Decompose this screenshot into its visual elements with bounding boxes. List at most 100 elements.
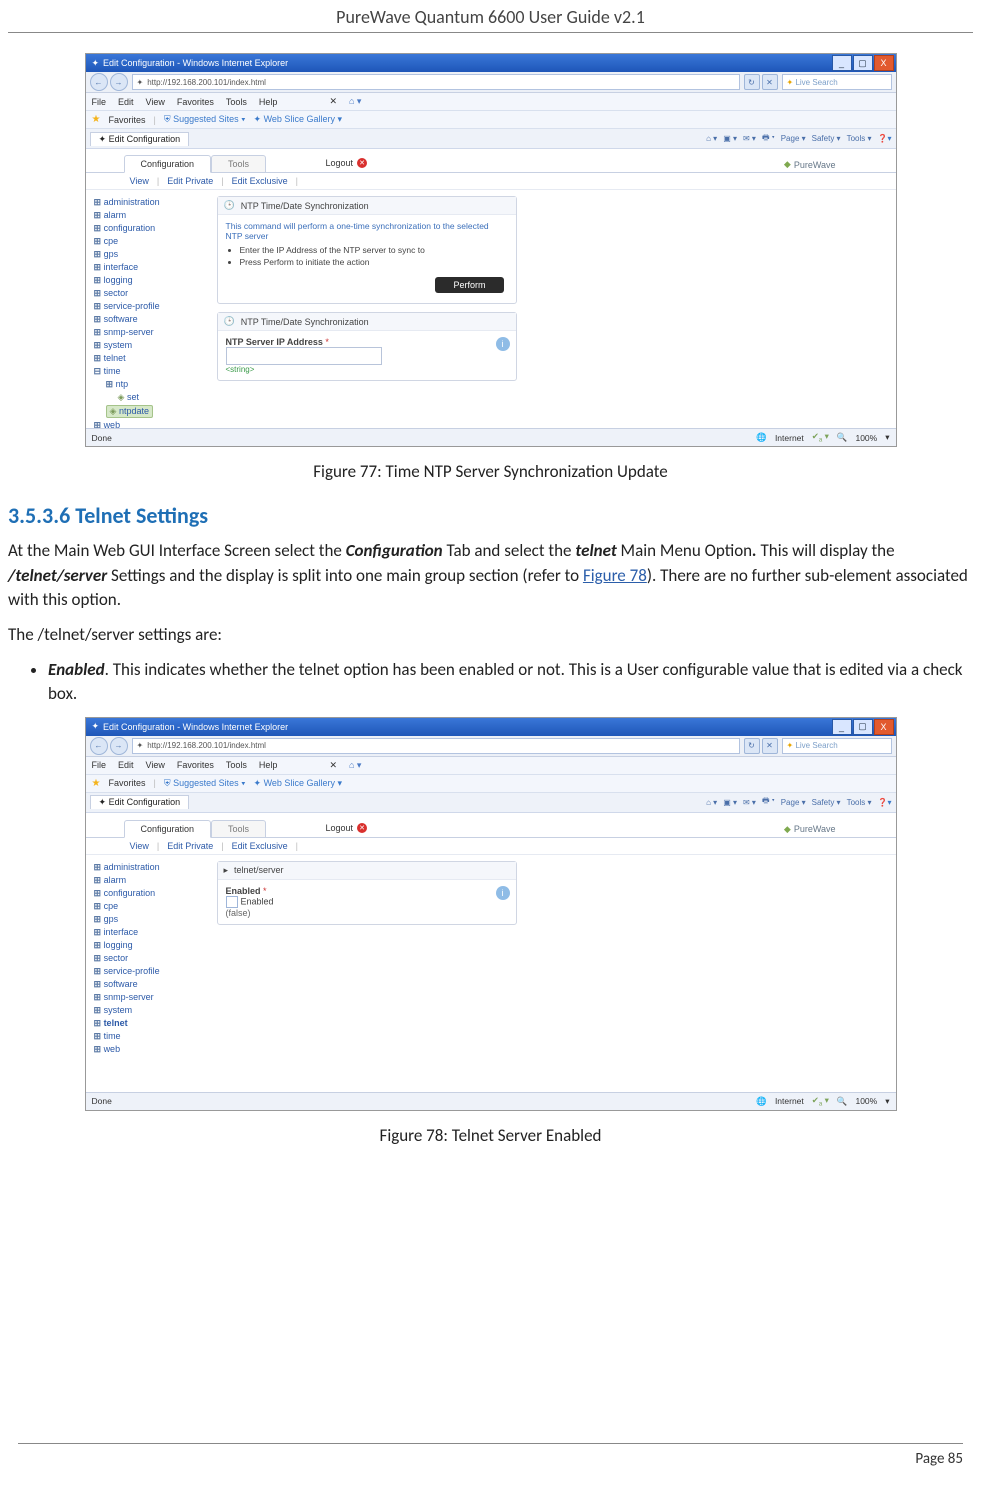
tree-service-profile[interactable]: ⊞ service-profile	[94, 300, 209, 313]
search-box[interactable]: ✦ Live Search	[782, 74, 892, 90]
menu-help[interactable]: Help	[259, 97, 278, 107]
info-icon[interactable]: i	[496, 337, 510, 351]
tab-tools[interactable]: Tools	[211, 155, 266, 173]
menu-favorites[interactable]: Favorites	[177, 760, 214, 770]
menu-edit[interactable]: Edit	[118, 97, 134, 107]
web-slice-gallery[interactable]: ✦ Web Slice Gallery ▾	[254, 114, 342, 125]
minimize-button[interactable]: _	[832, 55, 852, 71]
forward-button[interactable]: →	[110, 737, 128, 755]
tree-gps[interactable]: ⊞ gps	[94, 248, 209, 261]
forward-button[interactable]: →	[110, 73, 128, 91]
tree-set[interactable]: ◈ set	[94, 391, 209, 404]
menu-tools[interactable]: Tools	[226, 97, 247, 107]
menu-view[interactable]: View	[146, 760, 165, 770]
zoom-icon[interactable]: 🔍	[837, 1096, 848, 1107]
tree-cpe[interactable]: ⊞ cpe	[94, 900, 209, 913]
cmd-feeds-icon[interactable]: ▣ ▾	[723, 134, 737, 143]
menu-file[interactable]: File	[92, 760, 107, 770]
zoom-dropdown-icon[interactable]: ▾	[885, 1096, 889, 1107]
tree-logging[interactable]: ⊞ logging	[94, 939, 209, 952]
minimize-button[interactable]: _	[832, 719, 852, 735]
close-button[interactable]: X	[874, 719, 894, 735]
back-button[interactable]: ←	[90, 737, 108, 755]
subnav-view[interactable]: View	[130, 841, 149, 851]
suggested-sites[interactable]: ⛨ Suggested Sites ▾	[164, 114, 246, 125]
logout-link[interactable]: Logout ✕	[326, 158, 368, 168]
refresh-button[interactable]: ↻	[744, 74, 760, 90]
subnav-view[interactable]: View	[130, 176, 149, 186]
stop-button[interactable]: ✕	[762, 74, 778, 90]
refresh-button[interactable]: ↻	[744, 738, 760, 754]
tree-ntp[interactable]: ⊞ ntp	[94, 378, 209, 391]
tree-logging[interactable]: ⊞ logging	[94, 274, 209, 287]
menu-file[interactable]: File	[92, 97, 107, 107]
maximize-button[interactable]: ▢	[853, 719, 873, 735]
enabled-checkbox[interactable]	[226, 896, 238, 908]
tree-configuration[interactable]: ⊞ configuration	[94, 887, 209, 900]
tree-time[interactable]: ⊞ time	[94, 1030, 209, 1043]
menu-favorites[interactable]: Favorites	[177, 97, 214, 107]
figure-78-xref[interactable]: Figure 78	[583, 565, 647, 586]
tree-alarm[interactable]: ⊞ alarm	[94, 209, 209, 222]
cmd-help-icon[interactable]: ❓▾	[878, 798, 892, 807]
tab-edit-configuration[interactable]: ✦ Edit Configuration	[90, 795, 190, 809]
tree-web[interactable]: ⊞ web	[94, 1043, 209, 1056]
cmd-mail-icon[interactable]: ✉ ▾	[743, 134, 756, 143]
tree-gps[interactable]: ⊞ gps	[94, 913, 209, 926]
tree-cpe[interactable]: ⊞ cpe	[94, 235, 209, 248]
subnav-edit-private[interactable]: Edit Private	[167, 841, 213, 851]
tree-telnet[interactable]: ⊞ telnet	[94, 352, 209, 365]
tree-service-profile[interactable]: ⊞ service-profile	[94, 965, 209, 978]
status-zoom[interactable]: 100%	[855, 433, 877, 443]
ntp-ip-input[interactable]	[226, 347, 382, 365]
tree-system[interactable]: ⊞ system	[94, 1004, 209, 1017]
menu-tools[interactable]: Tools	[226, 760, 247, 770]
subnav-edit-exclusive[interactable]: Edit Exclusive	[232, 841, 288, 851]
cmd-print-icon[interactable]: 🖶 ▾	[762, 795, 775, 809]
tab-configuration[interactable]: Configuration	[124, 155, 212, 173]
tree-sector[interactable]: ⊞ sector	[94, 952, 209, 965]
address-bar[interactable]: ✦ http://192.168.200.101/index.html	[132, 74, 740, 90]
cmd-page[interactable]: Page ▾	[781, 134, 806, 143]
tree-interface[interactable]: ⊞ interface	[94, 926, 209, 939]
tree-configuration[interactable]: ⊞ configuration	[94, 222, 209, 235]
tree-telnet[interactable]: ⊞ telnet	[94, 1017, 209, 1030]
cmd-safety[interactable]: Safety ▾	[812, 798, 841, 807]
tree-system[interactable]: ⊞ system	[94, 339, 209, 352]
tree-sector[interactable]: ⊞ sector	[94, 287, 209, 300]
perform-button[interactable]: Perform	[435, 277, 503, 293]
favorites-label[interactable]: Favorites	[108, 778, 145, 788]
web-slice-gallery[interactable]: ✦ Web Slice Gallery ▾	[254, 778, 342, 789]
status-zoom[interactable]: 100%	[855, 1096, 877, 1106]
subnav-edit-private[interactable]: Edit Private	[167, 176, 213, 186]
maximize-button[interactable]: ▢	[853, 55, 873, 71]
cmd-help-icon[interactable]: ❓▾	[878, 134, 892, 143]
tab-close-icon[interactable]: ✕	[329, 96, 337, 107]
cmd-mail-icon[interactable]: ✉ ▾	[743, 798, 756, 807]
tree-software[interactable]: ⊞ software	[94, 978, 209, 991]
tab-tools[interactable]: Tools	[211, 820, 266, 838]
favorites-label[interactable]: Favorites	[108, 115, 145, 125]
cmd-home-icon[interactable]: ⌂ ▾	[706, 798, 717, 807]
tree-software[interactable]: ⊞ software	[94, 313, 209, 326]
cmd-page[interactable]: Page ▾	[781, 798, 806, 807]
home-icon[interactable]: ⌂ ▾	[349, 96, 361, 107]
close-button[interactable]: X	[874, 55, 894, 71]
back-button[interactable]: ←	[90, 73, 108, 91]
menu-help[interactable]: Help	[259, 760, 278, 770]
cmd-safety[interactable]: Safety ▾	[812, 134, 841, 143]
zoom-dropdown-icon[interactable]: ▾	[885, 432, 889, 443]
cmd-home-icon[interactable]: ⌂ ▾	[706, 134, 717, 143]
tab-edit-configuration[interactable]: ✦ Edit Configuration	[90, 132, 190, 146]
tree-snmp-server[interactable]: ⊞ snmp-server	[94, 991, 209, 1004]
menu-view[interactable]: View	[146, 97, 165, 107]
zoom-icon[interactable]: 🔍	[837, 432, 848, 443]
subnav-edit-exclusive[interactable]: Edit Exclusive	[232, 176, 288, 186]
tree-interface[interactable]: ⊞ interface	[94, 261, 209, 274]
info-icon[interactable]: i	[496, 886, 510, 900]
tree-administration[interactable]: ⊞ administration	[94, 861, 209, 874]
suggested-sites[interactable]: ⛨ Suggested Sites ▾	[164, 778, 246, 789]
cmd-tools[interactable]: Tools ▾	[847, 798, 872, 807]
cmd-tools[interactable]: Tools ▾	[847, 134, 872, 143]
tree-alarm[interactable]: ⊞ alarm	[94, 874, 209, 887]
